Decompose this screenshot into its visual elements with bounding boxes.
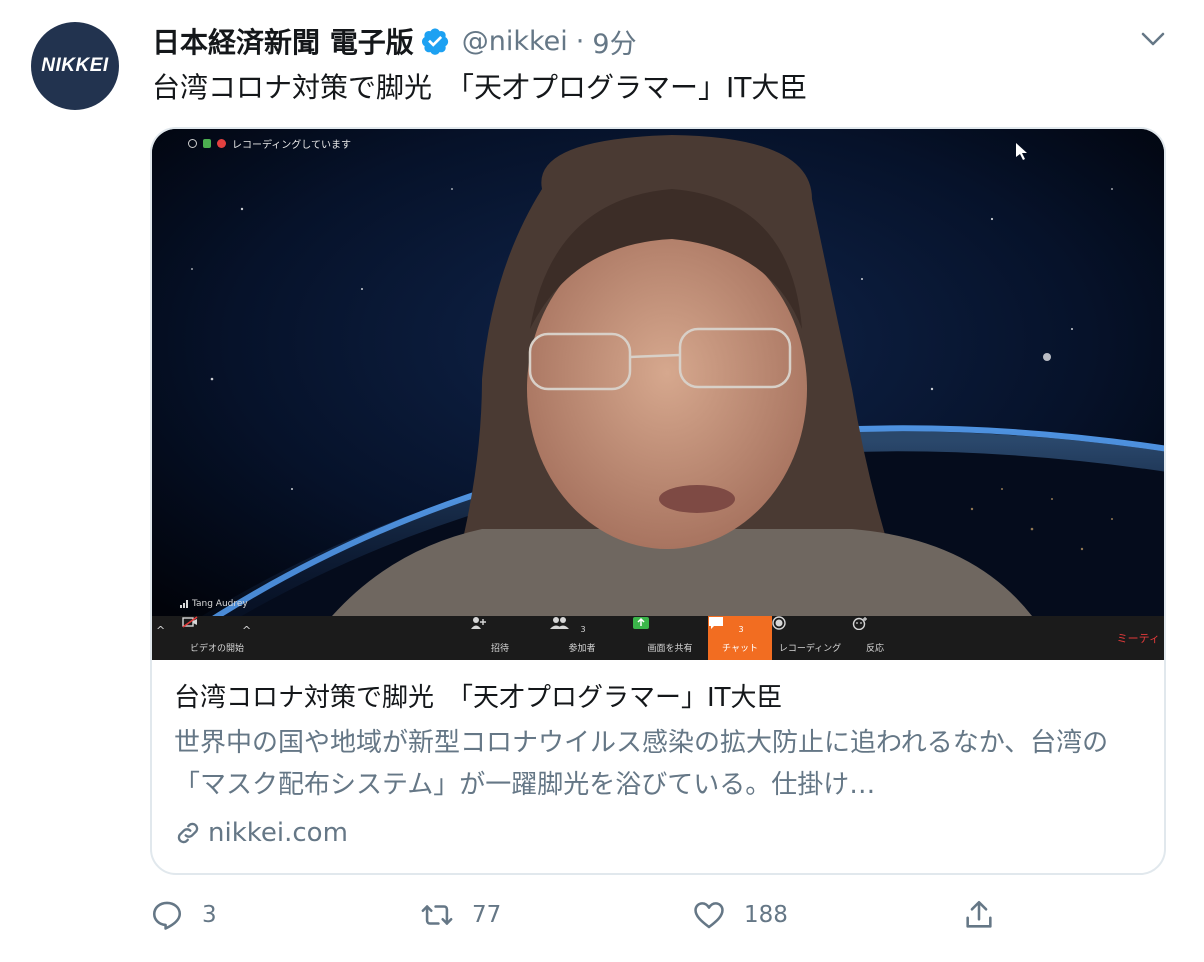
toolbar-record-label: レコーディング: [778, 643, 842, 654]
retweet-count: 77: [472, 902, 502, 928]
video-call-scene: [152, 129, 1164, 660]
card-media-image[interactable]: レコーディングしています Tang Audrey ^ ビデオの開始 ^ 招待 3: [152, 129, 1164, 660]
link-icon: [177, 822, 199, 844]
chat-count: 3: [738, 625, 744, 634]
recording-label: レコーディングしています: [232, 140, 351, 151]
like-count: 188: [744, 902, 788, 928]
like-button[interactable]: 188: [692, 895, 788, 935]
record-dot-icon: [217, 139, 226, 148]
reply-button[interactable]: 3: [150, 895, 217, 935]
share-icon: [966, 900, 992, 928]
link-card[interactable]: レコーディングしています Tang Audrey ^ ビデオの開始 ^ 招待 3: [150, 127, 1166, 875]
toolbar-reactions-label: 反応: [865, 643, 884, 654]
toolbar-participants: 3 参加者: [550, 616, 614, 660]
separator-dot: ·: [575, 25, 585, 57]
toolbar-record: レコーディング: [772, 616, 848, 660]
toolbar-reactions: 反応: [852, 616, 898, 660]
reply-count: 3: [202, 902, 217, 928]
participant-name: Tang Audrey: [192, 599, 248, 609]
retweet-button[interactable]: 77: [420, 895, 501, 935]
share-button[interactable]: [962, 895, 996, 935]
verified-badge-icon: [421, 28, 448, 55]
card-title: 台湾コロナ対策で脚光 「天才プログラマー」IT大臣: [174, 683, 783, 713]
participants-count: 3: [580, 625, 586, 634]
reply-icon: [152, 901, 182, 930]
meeting-toolbar: ^ ビデオの開始 ^ 招待 3 参加者 画面を共有 3 チャット レコーディング…: [152, 616, 1164, 660]
toolbar-video-label: ビデオの開始: [189, 643, 244, 654]
signal-icon: [180, 600, 188, 608]
toolbar-participants-label: 参加者: [568, 643, 596, 654]
card-domain-text: nikkei.com: [208, 818, 348, 848]
tweet[interactable]: NIKKEI 日本経済新聞 電子版 @nikkei · 9分 台湾コロナ対策で脚…: [0, 0, 1204, 962]
card-body: 台湾コロナ対策で脚光 「天才プログラマー」IT大臣 世界中の国や地域が新型コロナ…: [174, 680, 1144, 848]
avatar[interactable]: NIKKEI: [31, 22, 119, 110]
lock-icon: [203, 139, 211, 148]
participant-label: Tang Audrey: [180, 599, 248, 609]
caret-down-icon[interactable]: [1138, 24, 1168, 54]
timestamp[interactable]: 9分: [592, 22, 636, 61]
toolbar-video: ビデオの開始: [182, 616, 252, 660]
card-description: 世界中の国や地域が新型コロナウイルス感染の拡大防止に追われるなか、台湾の「マスク…: [174, 728, 1109, 800]
info-icon: [188, 139, 197, 148]
avatar-logo-text: NIKKEI: [41, 55, 109, 76]
toolbar-share-label: 画面を共有: [647, 643, 693, 654]
retweet-icon: [421, 905, 453, 925]
card-domain: nikkei.com: [174, 818, 1144, 848]
toolbar-chat: 3 チャット: [708, 616, 772, 660]
toolbar-invite: 招待: [470, 616, 530, 660]
handle[interactable]: @nikkei: [462, 26, 568, 57]
tweet-header: 日本経済新聞 電子版 @nikkei · 9分: [152, 22, 637, 60]
chevron-up-icon: ^: [242, 624, 252, 637]
toolbar-share: 画面を共有: [632, 616, 708, 660]
display-name[interactable]: 日本経済新聞 電子版: [152, 21, 414, 61]
chevron-up-icon: ^: [156, 624, 166, 637]
like-icon: [694, 902, 724, 929]
toolbar-end-meeting: ミーティ: [1116, 632, 1160, 645]
toolbar-invite-label: 招待: [490, 643, 509, 654]
tweet-text: 台湾コロナ対策で脚光 「天才プログラマー」IT大臣: [152, 71, 808, 104]
recording-indicator: レコーディングしています: [188, 136, 351, 151]
toolbar-chat-label: チャット: [722, 643, 758, 654]
